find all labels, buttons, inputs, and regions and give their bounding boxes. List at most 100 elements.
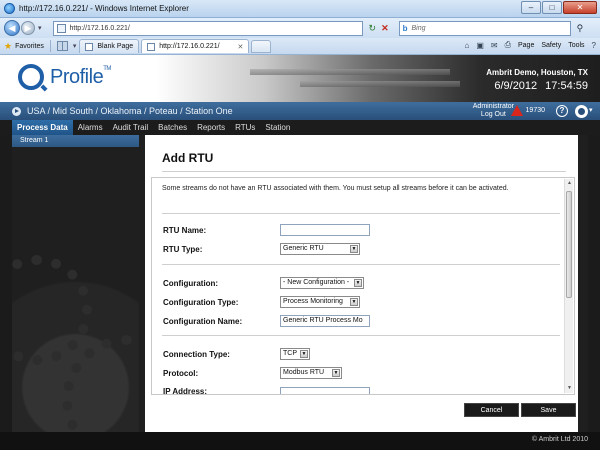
copyright: © Ambrit Ltd 2010 [531,436,588,443]
help-icon[interactable]: ? [592,41,596,50]
cancel-button[interactable]: Cancel [464,403,519,417]
search-icon[interactable]: ⚲ [577,23,584,34]
history-dropdown-icon[interactable]: ▾ [38,24,42,32]
tab-process-data[interactable]: Process Data [12,120,73,135]
tab-alarms[interactable]: Alarms [73,120,108,135]
chevron-down-icon: ▼ [354,279,362,287]
divider [49,40,51,52]
date: 6/9/2012 [494,80,538,92]
rtu-type-select[interactable]: Generic RTU ▼ [280,243,360,255]
tab-current-page[interactable]: http://172.16.0.221/ ✕ [141,39,250,53]
tab-rtus[interactable]: RTUs [230,120,260,135]
mail-icon[interactable]: ✉ [491,41,498,50]
chevron-down-icon: ▼ [350,298,358,306]
rtu-name-input[interactable] [280,224,370,236]
page-icon [147,42,156,51]
configuration-name-label: Configuration Name: [163,317,243,326]
breadcrumb-bar: USA / Mid South / Oklahoma / Poteau / St… [0,102,600,120]
quick-tabs-icon[interactable] [56,41,68,51]
app-header: ProfileTM Ambrit Demo, Houston, TX 6/9/2… [0,55,600,102]
feeds-icon[interactable]: ▣ [476,41,484,50]
tab-batches[interactable]: Batches [153,120,192,135]
play-icon[interactable] [12,106,21,116]
tab-reports[interactable]: Reports [192,120,230,135]
form-scroll-area[interactable]: Some streams do not have an RTU associat… [151,177,575,395]
close-tab-icon[interactable]: ✕ [238,43,244,51]
minimize-button[interactable]: – [521,1,541,14]
favorites-button[interactable]: ★ Favorites [4,41,44,52]
page-icon [56,23,66,33]
protocol-label: Protocol: [163,369,199,378]
chevron-down-icon: ▼ [350,245,358,253]
vertical-scrollbar[interactable]: ▲ ▼ [564,179,573,393]
configuration-type-select[interactable]: Process Monitoring ▼ [280,296,360,308]
print-icon[interactable]: ⎙ [505,40,511,50]
alerts[interactable]: 19730 [510,105,545,116]
maximize-button[interactable]: □ [542,1,562,14]
connection-type-value: TCP [283,350,297,357]
new-tab-button[interactable] [251,39,272,53]
protocol-select[interactable]: Modbus RTU ▼ [280,367,342,379]
tab-list-dropdown-icon[interactable]: ▾ [73,42,77,50]
breadcrumb[interactable]: USA / Mid South / Oklahoma / Poteau / St… [27,106,233,116]
page-title: Add RTU [162,151,214,165]
window-title: http://172.16.0.221/ - Windows Internet … [19,4,189,13]
configuration-label: Configuration: [163,279,219,288]
pipe-graphic [250,69,450,75]
safety-menu[interactable]: Safety [541,42,561,49]
tab-label: http://172.16.0.221/ [159,43,220,50]
configuration-name-input[interactable]: Generic RTU Process Mo [280,315,370,327]
profile-logo: ProfileTM [18,64,111,90]
close-window-button[interactable]: ✕ [563,1,597,14]
forward-button[interactable]: ▶ [21,21,35,35]
background-cog [12,255,92,365]
tab-station[interactable]: Station [260,120,295,135]
bing-icon: b [402,23,408,33]
address-text: http://172.16.0.221/ [69,24,130,32]
star-icon: ★ [4,40,13,51]
configuration-value: - New Configuration - [283,279,350,286]
gear-icon[interactable] [575,105,593,118]
protocol-value: Modbus RTU [283,369,325,376]
logout-link[interactable]: Log Out [473,111,514,119]
main-nav: Process Data Alarms Audit Trail Batches … [0,120,600,135]
favorites-label: Favorites [15,42,44,50]
address-toolbar: ◀ ▶ ▾ http://172.16.0.221/ ↻ ✕ b Bing ⚲ [0,18,600,38]
url-actions: ↻ ✕ [369,23,389,34]
page-menu[interactable]: Page [518,42,534,49]
search-input[interactable]: b Bing [398,20,571,36]
pipe-graphic [300,81,460,87]
site-name: Ambrit Demo, Houston, TX [486,68,588,77]
address-input[interactable]: http://172.16.0.221/ [52,20,363,36]
user-box: Administrator Log Out [473,103,514,119]
tab-blank-page[interactable]: Blank Page [79,39,140,53]
configuration-type-value: Process Monitoring [283,298,343,305]
divider [162,264,560,265]
connection-type-select[interactable]: TCP ▼ [280,348,310,360]
page-icon [85,42,94,51]
scrollbar-thumb[interactable] [566,191,572,298]
stop-icon[interactable]: ✕ [381,23,389,34]
scroll-down-icon[interactable]: ▼ [565,384,574,393]
ip-address-input[interactable] [280,387,370,394]
alert-count: 19730 [525,107,545,114]
tab-bar: ★ Favorites ▾ Blank Page http://172.16.0… [0,38,600,55]
divider [162,335,560,336]
help-button[interactable]: ? [556,105,568,117]
ie-logo-icon [4,3,15,14]
chevron-down-icon: ▼ [300,350,308,358]
chevron-down-icon: ▼ [332,369,340,377]
tab-audit-trail[interactable]: Audit Trail [108,120,154,135]
home-icon[interactable]: ⌂ [464,41,469,50]
window-titlebar: http://172.16.0.221/ - Windows Internet … [0,0,600,18]
sidebar-item-stream-1[interactable]: Stream 1 [12,135,139,147]
profile-logo-icon [18,64,44,90]
configuration-select[interactable]: - New Configuration - ▼ [280,277,364,289]
refresh-icon[interactable]: ↻ [369,23,377,34]
scroll-up-icon[interactable]: ▲ [565,179,574,188]
save-button[interactable]: Save [521,403,576,417]
tools-menu[interactable]: Tools [568,42,584,49]
rtu-type-label: RTU Type: [163,245,203,254]
back-button[interactable]: ◀ [4,20,20,36]
connection-type-label: Connection Type: [163,350,230,359]
